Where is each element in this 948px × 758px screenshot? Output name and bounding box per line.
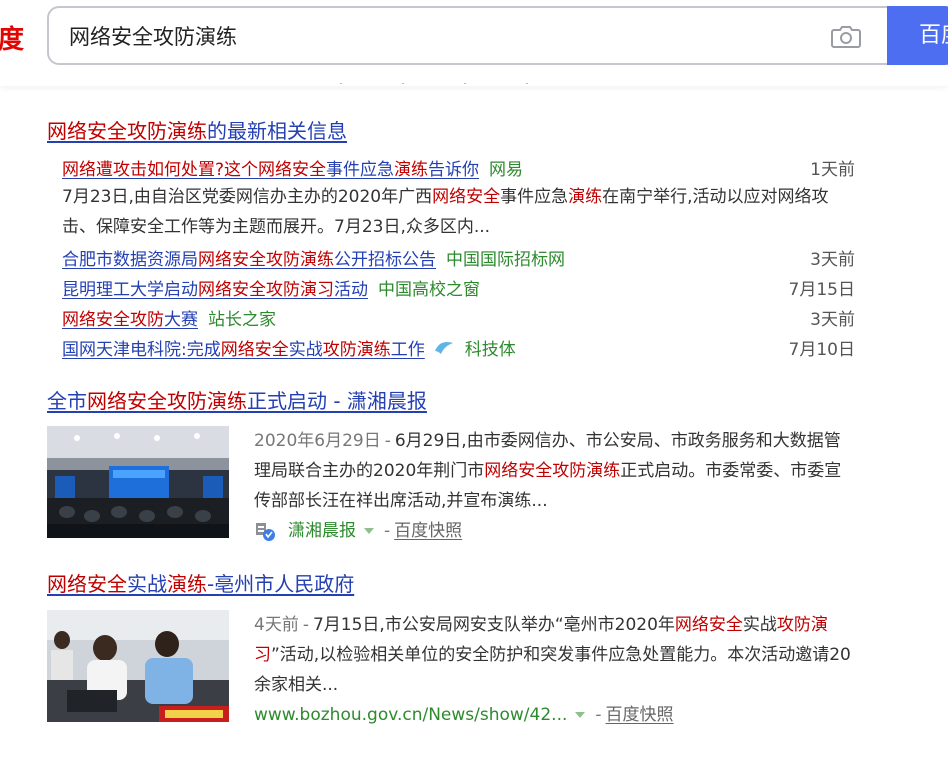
news-item-description: 7月23日,由自治区党委网信办主办的2020年广西网络安全事件应急演练在南宁举行… [62, 187, 829, 237]
result-url[interactable]: www.bozhou.gov.cn/News/show/42... [254, 705, 567, 725]
news-item: 合肥市数据资源局网络安全攻防演练公开招标公告 中国国际招标网 3天前 [62, 242, 855, 272]
cache-link[interactable]: 百度快照 [606, 705, 674, 725]
search-header: 度 百度一下 [0, 0, 948, 86]
kejiti-logo-icon [434, 341, 453, 354]
drill-photo [47, 610, 229, 722]
news-item-title[interactable]: 国网天津电科院:完成网络安全实战攻防演练工作 [62, 335, 425, 360]
news-source: 网易 [489, 159, 524, 180]
search-input[interactable] [69, 8, 809, 63]
news-source: 中国国际招标网 [446, 249, 565, 270]
search-result: 全市网络安全攻防演练正式启动 - 潇湘晨报 2020年6月29日 -6月29日,由… [47, 386, 867, 541]
camera-icon[interactable] [831, 23, 861, 49]
news-item: 国网天津电科院:完成网络安全实战攻防演练工作 科技体 7月10日 [62, 332, 855, 362]
result-source[interactable]: 潇湘晨报 [288, 521, 356, 541]
baidu-logo-fragment[interactable]: 度 [0, 22, 24, 58]
result-thumbnail[interactable] [47, 610, 229, 722]
news-date: 7月15日 [788, 279, 855, 300]
result-abstract: 2020年6月29日 -6月29日,由市委网信办、市公安局、市政务服务和大数据管理… [254, 431, 842, 511]
result-footer: www.bozhou.gov.cn/News/show/42... - 百度快照 [254, 705, 674, 725]
xiaoxiang-favicon-icon [256, 523, 275, 541]
result-thumbnail[interactable] [47, 426, 229, 538]
news-item-title[interactable]: 合肥市数据资源局网络安全攻防演练公开招标公告 [62, 245, 436, 270]
news-item: 昆明理工大学启动网络安全攻防演习活动 中国高校之窗 7月15日 [62, 272, 855, 302]
dropdown-caret-icon[interactable] [575, 712, 586, 718]
news-date: 3天前 [810, 249, 855, 270]
news-item-title[interactable]: 昆明理工大学启动网络安全攻防演习活动 [62, 275, 368, 300]
news-source: 中国高校之窗 [378, 279, 480, 300]
news-list: 网络遭攻击如何处置?这个网络安全事件应急演练告诉你 网易 1天前 7月23日,由… [62, 152, 855, 362]
news-source: 站长之家 [208, 309, 276, 330]
result-date: 4天前 [254, 615, 299, 635]
news-item-title[interactable]: 网络安全攻防大赛 [62, 305, 198, 330]
news-item-title[interactable]: 网络遭攻击如何处置?这个网络安全事件应急演练告诉你 [62, 155, 479, 180]
result-title[interactable]: 全市网络安全攻防演练正式启动 - 潇湘晨报 [47, 386, 867, 416]
dropdown-caret-icon[interactable] [364, 528, 374, 534]
news-item: 网络遭攻击如何处置?这个网络安全事件应急演练告诉你 网易 1天前 [62, 152, 855, 182]
news-date: 7月10日 [788, 339, 855, 360]
results-list: 网络安全攻防演练的最新相关信息 网络遭攻击如何处置?这个网络安全事件应急演练告诉… [47, 116, 867, 362]
search-result: 网络安全实战演练-亳州市人民政府 4天前 -7月15日,市公安局网安支队举办“亳州… [47, 569, 867, 725]
search-box[interactable] [47, 6, 889, 65]
result-footer: 潇湘晨报 - 百度快照 [254, 516, 854, 546]
news-source: 科技体 [464, 339, 516, 360]
news-item: 网络安全攻防大赛 站长之家 3天前 [62, 302, 855, 332]
tab-bar-peek [340, 74, 610, 84]
news-date: 1天前 [810, 159, 855, 180]
result-date: 2020年6月29日 [254, 431, 381, 451]
search-button[interactable]: 百度一下 [887, 6, 948, 65]
news-date: 3天前 [810, 309, 855, 330]
result-title[interactable]: 网络安全实战演练-亳州市人民政府 [47, 569, 867, 599]
meeting-photo [47, 426, 229, 538]
result-abstract: 4天前 -7月15日,市公安局网安支队举办“亳州市2020年网络安全实战攻防演习”… [254, 615, 851, 695]
news-group-title[interactable]: 网络安全攻防演练的最新相关信息 [47, 116, 867, 146]
cache-link[interactable]: 百度快照 [394, 521, 462, 541]
